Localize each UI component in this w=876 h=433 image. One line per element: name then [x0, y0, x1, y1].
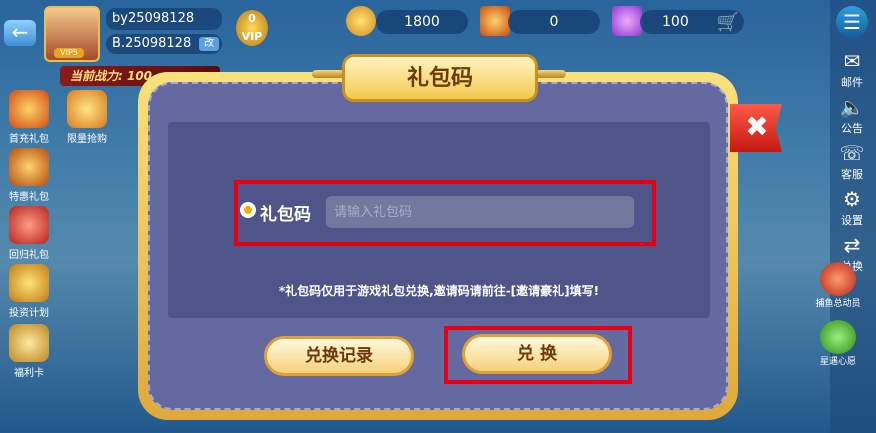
ticket-amount[interactable]: 0 [508, 10, 600, 34]
sidebar-item-service[interactable]: ☏ 客服 [832, 140, 872, 182]
code-note: *礼包码仅用于游戏礼包兑换,邀请码请前往-[邀请豪礼]填写! [278, 284, 600, 298]
shopping-cart-icon[interactable]: 🛒 [716, 12, 740, 34]
edit-nickname-button[interactable]: 改 [199, 37, 219, 51]
radio-dot [244, 206, 252, 214]
code-label: 礼包码 [260, 205, 311, 225]
gift-icon [9, 90, 49, 128]
avatar-badge: VIP5 [54, 48, 84, 58]
sidebar-item-label: 公告 [841, 122, 863, 135]
sidebar-item-notice[interactable]: 🔈 公告 [832, 94, 872, 136]
gold-amount[interactable]: 1800 [376, 10, 468, 34]
top-bar: ← VIP5 by25098128 B.25098128 改 0 VIP 180… [0, 0, 876, 86]
left-menu-label: 回归礼包 [9, 250, 49, 261]
welfare-card-icon [9, 324, 49, 362]
vip-badge[interactable]: 0 VIP [236, 10, 268, 46]
sidebar-item-label: 客服 [841, 168, 863, 181]
investment-icon [9, 264, 49, 302]
redeem-history-button[interactable]: 兑换记录 [264, 336, 414, 376]
sidebar-item-mail[interactable]: ✉ 邮件 [832, 48, 872, 90]
fishing-game-icon [820, 262, 856, 296]
nickname: B.25098128 [112, 36, 192, 51]
left-menu-label: 首充礼包 [9, 134, 49, 145]
sidebar-item-settings[interactable]: ⚙ 设置 [832, 186, 872, 228]
gear-icon: ⚙ [843, 187, 861, 211]
flash-sale-icon [67, 90, 107, 128]
gift-code-input[interactable] [326, 196, 634, 228]
left-menu-item-flash-sale[interactable]: 限量抢购 [62, 90, 112, 145]
left-menu-item-return-gift[interactable]: 回归礼包 [4, 206, 54, 261]
left-menu-item-investment[interactable]: 投资计划 [4, 264, 54, 319]
game-item-fishing[interactable]: 捕鱼总动员 [814, 262, 862, 309]
menu-icon[interactable]: ☰ [836, 6, 868, 38]
mail-icon: ✉ [843, 49, 861, 73]
special-gift-icon [9, 148, 49, 186]
redeem-button[interactable]: 兑 换 [462, 334, 612, 374]
left-menu-label: 限量抢购 [67, 134, 107, 145]
left-menu-label: 福利卡 [14, 368, 44, 379]
left-menu-item-welfare-card[interactable]: 福利卡 [4, 324, 54, 379]
sidebar-item-label: 邮件 [841, 76, 863, 89]
gold-coin-icon [346, 6, 376, 36]
user-id: by25098128 [106, 8, 222, 30]
game-item-label: 星遇心愿 [819, 357, 856, 367]
sidebar-item-label: 设置 [841, 214, 863, 227]
speaker-icon: 🔈 [839, 95, 865, 119]
vip-level: 0 [248, 12, 256, 25]
game-item-label: 捕鱼总动员 [815, 299, 861, 309]
game-item-wish[interactable]: 星遇心愿 [814, 320, 862, 367]
nickname-box: B.25098128 改 [106, 34, 222, 54]
back-arrow-icon[interactable]: ← [4, 20, 36, 46]
wish-game-icon [820, 320, 856, 354]
left-menu-item-first-recharge[interactable]: 首充礼包 [4, 90, 54, 145]
headset-icon: ☏ [839, 141, 865, 165]
diamond-icon [612, 6, 642, 36]
exchange-icon: ⇄ [843, 233, 861, 257]
vip-label: VIP [241, 30, 263, 43]
code-radio[interactable] [240, 202, 256, 218]
left-menu-item-special-gift[interactable]: 特惠礼包 [4, 148, 54, 203]
dialog-title: 礼包码 [342, 54, 538, 102]
close-icon[interactable]: ✖ [742, 112, 772, 142]
return-gift-icon [9, 206, 49, 244]
left-menu-label: 特惠礼包 [9, 192, 49, 203]
left-menu-label: 投资计划 [9, 308, 49, 319]
lottery-ticket-icon [480, 6, 510, 36]
